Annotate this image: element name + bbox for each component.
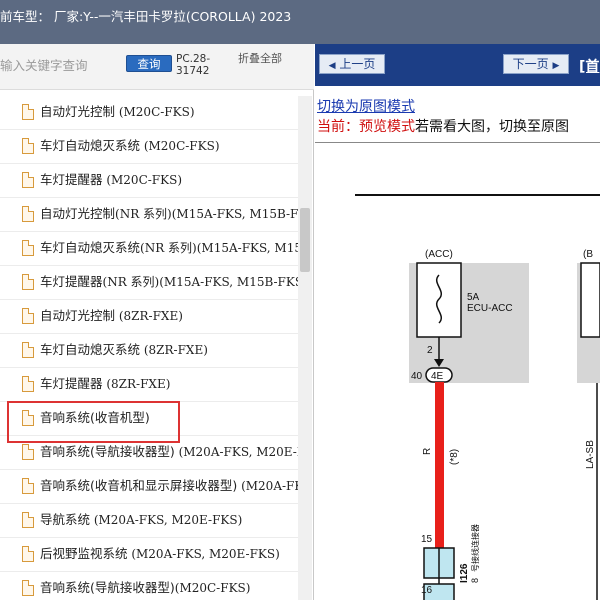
tree-item-selected[interactable]: 音响系统(收音机型) [0,402,298,436]
fuse-name: ECU-ACC [467,303,513,314]
status-hint: 若需看大图，切换至原图 [415,119,569,135]
connector-desc: 号接线连接器 [470,524,480,572]
tree-item-label: 自动灯光控制(NR 系列)(M15A-FKS, M15B-FKS [40,206,298,221]
document-icon [22,546,34,562]
tree-item[interactable]: 车灯提醒器(NR 系列)(M15A-FKS, M15B-FKS, [0,266,298,300]
tree-list: 自动灯光控制 (M20C-FKS) 车灯自动熄灭系统 (M20C-FKS) 车灯… [0,96,298,600]
pin-2-label: 2 [427,345,433,356]
tree-item[interactable]: 车灯自动熄灭系统(NR 系列)(M15A-FKS, M15 [0,232,298,266]
window-title: 前车型： 厂家:Y--一汽丰田卡罗拉(COROLLA) 2023 [0,9,292,24]
fuse-box-b [580,262,600,338]
arrow-right-icon: ▶ [552,61,560,71]
tree-item[interactable]: 车灯提醒器 (8ZR-FXE) [0,368,298,402]
pin-16-label: 16 [421,585,433,596]
search-button[interactable]: 查询 [126,55,172,72]
search-input[interactable] [0,54,118,76]
page-nav-bar: ◀ 上一页 下一页 ▶ [首 [315,44,600,86]
tree-item-label: 车灯提醒器 (8ZR-FXE) [40,376,171,391]
scrollbar-thumb[interactable] [300,208,310,272]
document-icon [22,580,34,596]
tree-item-label: 导航系统 (M20A-FKS, M20E-FKS) [40,512,243,527]
arrow-left-icon: ◀ [328,61,336,71]
tree-item[interactable]: 音响系统(收音机和显示屏接收器型) (M20A-FKS [0,470,298,504]
document-icon [22,308,34,324]
tree-item-label: 车灯提醒器 (M20C-FKS) [40,172,182,187]
connector-8-label: 8 [470,578,480,583]
viewer-panel: ◀ 上一页 下一页 ▶ [首 切换为原图模式 当前：预览模式若需看大图，切换至原… [315,44,600,600]
document-icon [22,138,34,154]
tree-scrollbar[interactable] [298,96,312,600]
tree-item-label: 车灯自动熄灭系统 (M20C-FKS) [40,138,220,153]
tree-item-label: 音响系统(导航接收器型)(M20C-FKS) [40,580,251,595]
left-panel: 查询 PC.28-31742 折叠全部 自动灯光控制 (M20C-FKS) 车灯… [0,44,314,600]
tree-item[interactable]: 自动灯光控制(NR 系列)(M15A-FKS, M15B-FKS [0,198,298,232]
document-icon [22,104,34,120]
tree-item-label: 车灯提醒器(NR 系列)(M15A-FKS, M15B-FKS, [40,274,298,289]
tree-item-label: 后视野监视系统 (M20A-FKS, M20E-FKS) [40,546,280,561]
collapse-all-button[interactable]: 折叠全部 [238,53,282,65]
document-icon [22,512,34,528]
document-icon [22,444,34,460]
wire-color-r: R [422,448,433,455]
tree-item-label: 车灯自动熄灭系统(NR 系列)(M15A-FKS, M15 [40,240,298,255]
tree-item[interactable]: 车灯自动熄灭系统 (8ZR-FXE) [0,334,298,368]
tree-item-label: 自动灯光控制 (8ZR-FXE) [40,308,183,323]
document-code: PC.28-31742 [176,53,211,77]
document-icon [22,410,34,426]
pin-40-label: 40 [411,371,423,382]
document-icon [22,478,34,494]
next-page-button[interactable]: 下一页 ▶ [503,54,569,74]
document-icon [22,172,34,188]
acc-label: (ACC) [425,249,453,260]
document-icon [22,376,34,392]
tree-item[interactable]: 车灯自动熄灭系统 (M20C-FKS) [0,130,298,164]
tree-item-label: 音响系统(导航接收器型) (M20A-FKS, M20E-FK [40,444,298,459]
document-icon [22,240,34,256]
tree-item-label: 车灯自动熄灭系统 (8ZR-FXE) [40,342,208,357]
fuse-amp: 5A [467,292,480,303]
search-bar: 查询 PC.28-31742 折叠全部 [0,44,314,90]
pin-15-label: 15 [421,534,433,545]
document-icon [22,206,34,222]
tree-item[interactable]: 音响系统(导航接收器型) (M20A-FKS, M20E-FK [0,436,298,470]
window-title-bar: 前车型： 厂家:Y--一汽丰田卡罗拉(COROLLA) 2023 [0,0,600,44]
document-icon [22,274,34,290]
tree-item[interactable]: 车灯提醒器 (M20C-FKS) [0,164,298,198]
wiring-diagram-svg: (ACC) (B 5A ECU-ACC 2 4E 40 R (*8) LA-SB… [355,194,600,600]
prev-page-button[interactable]: ◀ 上一页 [319,54,385,74]
status-line: 当前：预览模式若需看大图，切换至原图 [317,116,569,136]
tree-item[interactable]: 后视野监视系统 (M20A-FKS, M20E-FKS) [0,538,298,572]
document-icon [22,342,34,358]
wiring-diagram: (ACC) (B 5A ECU-ACC 2 4E 40 R (*8) LA-SB… [315,142,600,600]
wire-color-la-sb: LA-SB [585,440,596,469]
red-wire [435,382,444,548]
tree-item-label: 自动灯光控制 (M20C-FKS) [40,104,195,119]
tree-item[interactable]: 音响系统(导航接收器型)(M20C-FKS) [0,572,298,600]
first-page-link[interactable]: [首 [579,56,599,76]
tree-item-label: 音响系统(收音机型) [40,410,150,425]
wire-note: (*8) [449,449,460,465]
tree-item[interactable]: 自动灯光控制 (8ZR-FXE) [0,300,298,334]
tree-item[interactable]: 导航系统 (M20A-FKS, M20E-FKS) [0,504,298,538]
status-mode: 预览模式 [359,119,415,135]
tree-item-label: 音响系统(收音机和显示屏接收器型) (M20A-FKS [40,478,298,493]
connector-4e-label: 4E [431,371,444,382]
tree-item[interactable]: 自动灯光控制 (M20C-FKS) [0,96,298,130]
switch-original-mode-link[interactable]: 切换为原图模式 [317,96,415,116]
connector-i126-label: I126 [459,563,470,583]
status-prefix: 当前： [317,119,359,135]
b-label: (B [583,249,593,260]
